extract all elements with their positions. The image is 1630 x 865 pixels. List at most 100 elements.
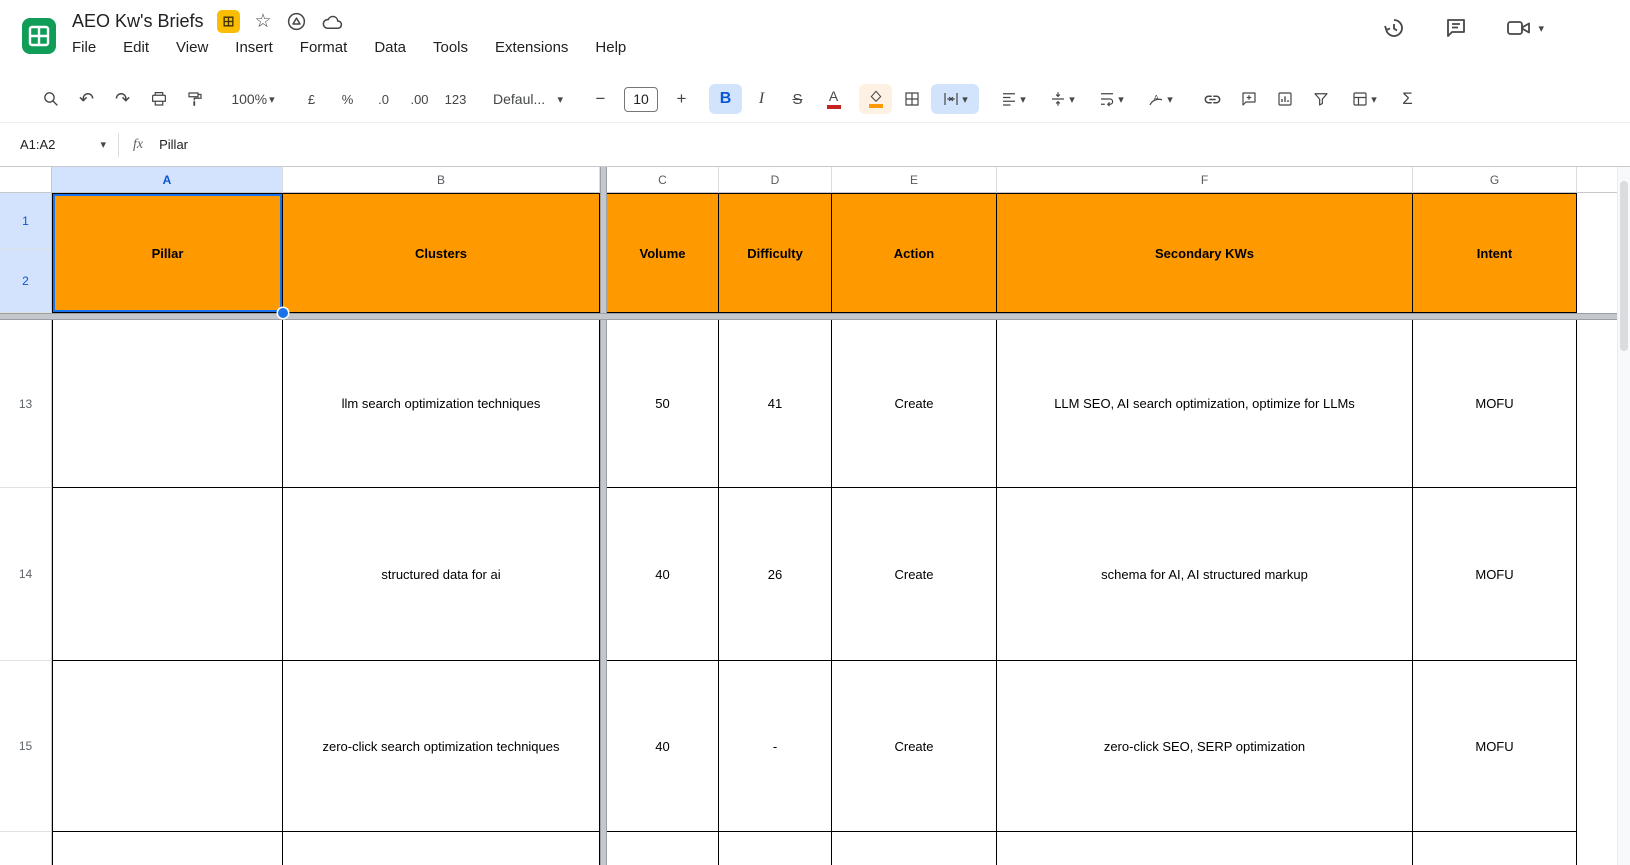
row-header-2[interactable]: 2	[0, 250, 52, 313]
search-button[interactable]	[34, 84, 67, 114]
column-header-c[interactable]: C	[607, 167, 719, 193]
row-header-1[interactable]: 1	[0, 193, 52, 250]
cell-d13[interactable]: 41	[719, 320, 832, 488]
insert-link-button[interactable]	[1196, 84, 1229, 114]
cell-c16[interactable]	[607, 832, 719, 865]
move-icon[interactable]	[286, 11, 307, 32]
frozen-row-divider[interactable]	[0, 313, 1630, 320]
name-box-chevron-icon[interactable]: ▾	[100, 138, 106, 151]
cell-f13[interactable]: LLM SEO, AI search optimization, optimiz…	[997, 320, 1413, 488]
column-header-b[interactable]: B	[283, 167, 600, 193]
cell-c15[interactable]: 40	[607, 661, 719, 832]
strikethrough-button[interactable]: S	[781, 84, 814, 114]
column-header-f[interactable]: F	[997, 167, 1413, 193]
cell-d14[interactable]: 26	[719, 488, 832, 661]
cloud-status-icon[interactable]	[321, 12, 344, 32]
insert-comment-button[interactable]	[1232, 84, 1265, 114]
decrease-font-size-button[interactable]: −	[584, 84, 617, 114]
cell-f14[interactable]: schema for AI, AI structured markup	[997, 488, 1413, 661]
vertical-align-button[interactable]: ▾	[1039, 84, 1085, 114]
row-header-16[interactable]	[0, 832, 52, 865]
redo-button[interactable]: ↷	[106, 84, 139, 114]
frozen-column-divider[interactable]	[600, 832, 607, 865]
cell-c14[interactable]: 40	[607, 488, 719, 661]
column-header-a[interactable]: A	[52, 167, 283, 193]
meet-camera-icon[interactable]	[1506, 17, 1532, 39]
merge-cells-button[interactable]: ▾	[931, 84, 979, 114]
italic-button[interactable]: I	[745, 84, 778, 114]
formula-bar-content[interactable]: Pillar	[159, 137, 188, 152]
menu-format[interactable]: Format	[300, 39, 348, 56]
menu-help[interactable]: Help	[595, 39, 626, 56]
increase-decimal-button[interactable]: .00	[403, 84, 436, 114]
cell-e16[interactable]	[832, 832, 997, 865]
meet-dropdown-chevron-icon[interactable]: ▾	[1538, 22, 1544, 35]
horizontal-align-button[interactable]: ▾	[990, 84, 1036, 114]
cell-b13[interactable]: llm search optimization techniques	[283, 320, 600, 488]
print-button[interactable]	[142, 84, 175, 114]
cell-f1-secondary-kws[interactable]: Secondary KWs	[997, 193, 1413, 313]
cell-a16[interactable]	[52, 832, 283, 865]
table-views-button[interactable]: ▾	[1340, 84, 1388, 114]
cell-g16[interactable]	[1413, 832, 1577, 865]
cell-g1-intent[interactable]: Intent	[1413, 193, 1577, 313]
cell-d15[interactable]: -	[719, 661, 832, 832]
cell-e15[interactable]: Create	[832, 661, 997, 832]
cell-f15[interactable]: zero-click SEO, SERP optimization	[997, 661, 1413, 832]
frozen-column-divider[interactable]	[600, 320, 607, 488]
frozen-column-divider[interactable]	[600, 193, 607, 313]
cell-d16[interactable]	[719, 832, 832, 865]
vertical-scrollbar[interactable]	[1617, 167, 1630, 865]
selection-fill-handle[interactable]	[278, 308, 288, 318]
text-rotation-button[interactable]: A ▾	[1137, 84, 1183, 114]
paint-format-button[interactable]	[178, 84, 211, 114]
cell-e14[interactable]: Create	[832, 488, 997, 661]
bold-button[interactable]: B	[709, 84, 742, 114]
menu-extensions[interactable]: Extensions	[495, 39, 568, 56]
row-header-14[interactable]: 14	[0, 488, 52, 661]
scrollbar-thumb[interactable]	[1620, 181, 1628, 351]
undo-button[interactable]: ↶	[70, 84, 103, 114]
increase-font-size-button[interactable]: +	[665, 84, 698, 114]
column-header-e[interactable]: E	[832, 167, 997, 193]
cell-e13[interactable]: Create	[832, 320, 997, 488]
cell-a1-pillar[interactable]: Pillar	[52, 193, 283, 313]
menu-tools[interactable]: Tools	[433, 39, 468, 56]
create-filter-button[interactable]	[1304, 84, 1337, 114]
frozen-column-divider[interactable]	[600, 167, 607, 193]
column-header-g[interactable]: G	[1413, 167, 1577, 193]
document-title[interactable]: AEO Kw's Briefs	[72, 11, 203, 32]
version-history-icon[interactable]	[1382, 16, 1406, 40]
cell-b15[interactable]: zero-click search optimization technique…	[283, 661, 600, 832]
cell-g14[interactable]: MOFU	[1413, 488, 1577, 661]
star-icon[interactable]: ☆	[254, 12, 271, 31]
cell-g15[interactable]: MOFU	[1413, 661, 1577, 832]
menu-file[interactable]: File	[72, 39, 96, 56]
font-size-input[interactable]	[624, 86, 658, 112]
menu-view[interactable]: View	[176, 39, 208, 56]
cell-b1-clusters[interactable]: Clusters	[283, 193, 600, 313]
column-header-d[interactable]: D	[719, 167, 832, 193]
select-all-corner[interactable]	[0, 167, 52, 193]
borders-button[interactable]	[895, 84, 928, 114]
comments-icon[interactable]	[1444, 16, 1468, 40]
sheets-logo-icon[interactable]	[18, 15, 60, 57]
cell-a13[interactable]	[52, 320, 283, 488]
insert-chart-button[interactable]	[1268, 84, 1301, 114]
menu-edit[interactable]: Edit	[123, 39, 149, 56]
percent-format-button[interactable]: %	[331, 84, 364, 114]
functions-button[interactable]: Σ	[1391, 84, 1424, 114]
fill-color-button[interactable]	[859, 84, 892, 114]
cell-f16[interactable]	[997, 832, 1413, 865]
cell-c13[interactable]: 50	[607, 320, 719, 488]
cell-b16[interactable]	[283, 832, 600, 865]
row-header-13[interactable]: 13	[0, 320, 52, 488]
cell-d1-difficulty[interactable]: Difficulty	[719, 193, 832, 313]
cell-c1-volume[interactable]: Volume	[607, 193, 719, 313]
frozen-column-divider[interactable]	[600, 488, 607, 661]
cell-g13[interactable]: MOFU	[1413, 320, 1577, 488]
cell-e1-action[interactable]: Action	[832, 193, 997, 313]
text-wrap-button[interactable]: ▾	[1088, 84, 1134, 114]
name-box[interactable]: A1:A2 ▾	[0, 137, 118, 152]
more-formats-button[interactable]: 123	[439, 84, 472, 114]
